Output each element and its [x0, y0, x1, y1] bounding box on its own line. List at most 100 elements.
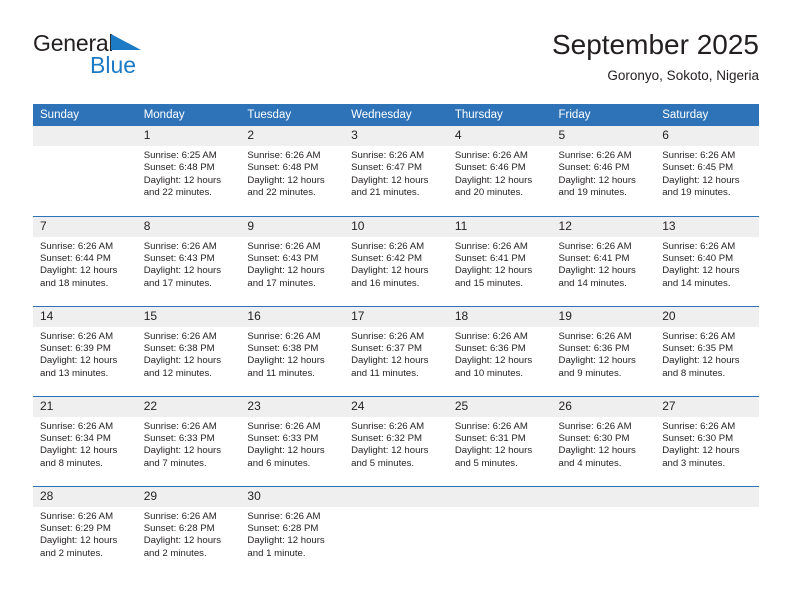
calendar-day-cell[interactable]: 16 Sunrise: 6:26 AM Sunset: 6:38 PM Dayligh… [240, 305, 345, 396]
sunrise-time: Sunrise: 6:26 AM [454, 330, 528, 342]
calendar-day-cell[interactable]: 11 Sunrise: 6:26 AM Sunset: 6:41 PM Dayligh… [447, 215, 552, 306]
calendar-day-cell[interactable]: 8 Sunrise: 6:26 AM Sunset: 6:43 PM Daylight… [136, 215, 241, 306]
day-number: 14 [33, 306, 137, 327]
calendar-day-cell[interactable]: 28 Sunrise: 6:26 AM Sunset: 6:29 PM Dayligh… [33, 485, 137, 576]
calendar-day-cell[interactable]: 27 Sunrise: 6:26 AM Sunset: 6:30 PM Dayligh… [655, 395, 759, 486]
daylight-duration-line1: Daylight: 12 hours [40, 445, 118, 457]
daylight-duration-line1: Daylight: 12 hours [558, 265, 636, 277]
daylight-duration-line1: Daylight: 12 hours [454, 174, 533, 186]
calendar-day-cell[interactable]: 10 Sunrise: 6:26 AM Sunset: 6:42 PM Dayligh… [344, 215, 448, 306]
calendar-day-cell[interactable]: 14 Sunrise: 6:26 AM Sunset: 6:39 PM Dayligh… [33, 305, 137, 396]
sunrise-time: Sunrise: 6:26 AM [143, 240, 217, 252]
daylight-duration-line2: and 15 minutes. [454, 277, 524, 289]
day-sun-info: Sunrise: 6:26 AM Sunset: 6:42 PM Daylight:… [344, 237, 448, 291]
sunset-time: Sunset: 6:28 PM [143, 522, 215, 534]
calendar-day-cell[interactable]: 5 Sunrise: 6:26 AM Sunset: 6:46 PM Daylight… [551, 126, 656, 216]
daylight-duration-line1: Daylight: 12 hours [40, 355, 118, 367]
calendar-table: Sunday Monday Tuesday Wednesday Thursday… [33, 104, 759, 576]
calendar-day-cell[interactable]: 23 Sunrise: 6:26 AM Sunset: 6:33 PM Dayligh… [240, 395, 345, 486]
calendar-day-cell[interactable]: 9 Sunrise: 6:26 AM Sunset: 6:43 PM Daylight… [240, 215, 345, 306]
calendar-day-cell[interactable]: 30 Sunrise: 6:26 AM Sunset: 6:28 PM Dayligh… [240, 485, 345, 576]
day-sun-info: Sunrise: 6:26 AM Sunset: 6:30 PM Daylight:… [655, 417, 759, 471]
sunset-time: Sunset: 6:29 PM [40, 522, 111, 534]
calendar-day-cell[interactable]: 29 Sunrise: 6:26 AM Sunset: 6:28 PM Dayligh… [136, 485, 241, 576]
calendar-day-cell[interactable]: 4 Sunrise: 6:26 AM Sunset: 6:46 PM Daylight… [447, 126, 552, 216]
sunrise-time: Sunrise: 6:26 AM [454, 420, 528, 432]
day-number: 6 [655, 126, 759, 146]
calendar-week-row: 7 Sunrise: 6:26 AM Sunset: 6:44 PM Daylight… [33, 215, 759, 306]
sunset-time: Sunset: 6:47 PM [351, 162, 423, 174]
calendar-header-row: Sunday Monday Tuesday Wednesday Thursday… [33, 104, 759, 126]
sunrise-time: Sunrise: 6:26 AM [558, 240, 632, 252]
sunset-time: Sunset: 6:40 PM [662, 252, 734, 264]
calendar-day-cell[interactable]: 25 Sunrise: 6:26 AM Sunset: 6:31 PM Dayligh… [447, 395, 552, 486]
day-sun-info: Sunrise: 6:26 AM Sunset: 6:31 PM Daylight:… [448, 417, 552, 471]
calendar-day-cell[interactable]: 7 Sunrise: 6:26 AM Sunset: 6:44 PM Daylight… [33, 215, 137, 306]
day-number [33, 126, 137, 146]
sunrise-time: Sunrise: 6:26 AM [351, 420, 425, 432]
daylight-duration-line1: Daylight: 12 hours [662, 445, 740, 457]
sunrise-time: Sunrise: 6:26 AM [40, 510, 114, 522]
sunset-time: Sunset: 6:44 PM [40, 252, 111, 264]
daylight-duration-line1: Daylight: 12 hours [558, 174, 636, 186]
weekday-header-friday: Friday [551, 104, 656, 126]
daylight-duration-line1: Daylight: 12 hours [351, 355, 429, 367]
day-sun-info: Sunrise: 6:26 AM Sunset: 6:43 PM Daylight:… [240, 237, 344, 291]
weekday-header-sunday: Sunday [33, 104, 137, 126]
sunset-time: Sunset: 6:38 PM [247, 342, 319, 354]
calendar-day-cell[interactable]: 20 Sunrise: 6:26 AM Sunset: 6:35 PM Dayligh… [655, 305, 759, 396]
day-number: 8 [136, 216, 241, 237]
calendar-day-cell[interactable]: 15 Sunrise: 6:26 AM Sunset: 6:38 PM Dayligh… [136, 305, 241, 396]
general-blue-logo[interactable]: General Blue [33, 32, 233, 88]
day-number: 22 [136, 396, 241, 417]
calendar-day-cell[interactable]: 19 Sunrise: 6:26 AM Sunset: 6:36 PM Dayligh… [551, 305, 656, 396]
page-header: General Blue September 2025 Goronyo, Sok… [33, 28, 759, 94]
calendar-day-cell[interactable]: 1 Sunrise: 6:25 AM Sunset: 6:48 PM Daylight… [136, 126, 241, 216]
calendar-week-row: 14 Sunrise: 6:26 AM Sunset: 6:39 PM Dayligh… [33, 305, 759, 396]
calendar-day-cell[interactable]: 13 Sunrise: 6:26 AM Sunset: 6:40 PM Dayligh… [655, 215, 759, 306]
day-number: 11 [447, 216, 552, 237]
daylight-duration-line1: Daylight: 12 hours [558, 445, 636, 457]
day-number: 20 [655, 306, 759, 327]
sunrise-time: Sunrise: 6:26 AM [351, 150, 425, 161]
calendar-day-cell[interactable]: 3 Sunrise: 6:26 AM Sunset: 6:47 PM Daylight… [344, 126, 448, 216]
daylight-duration-line1: Daylight: 12 hours [662, 355, 740, 367]
sunrise-time: Sunrise: 6:26 AM [662, 150, 736, 161]
daylight-duration-line1: Daylight: 12 hours [454, 265, 533, 277]
sunrise-time: Sunrise: 6:26 AM [454, 150, 528, 161]
weekday-header-wednesday: Wednesday [344, 104, 448, 126]
daylight-duration-line1: Daylight: 12 hours [662, 265, 740, 277]
calendar-day-cell[interactable]: 6 Sunrise: 6:26 AM Sunset: 6:45 PM Daylight… [655, 126, 759, 216]
sunset-time: Sunset: 6:36 PM [558, 342, 630, 354]
day-number: 28 [33, 486, 137, 507]
day-number: 5 [551, 126, 656, 146]
sunrise-time: Sunrise: 6:26 AM [247, 510, 321, 522]
calendar-day-cell[interactable]: 12 Sunrise: 6:26 AM Sunset: 6:41 PM Dayligh… [551, 215, 656, 306]
sunrise-time: Sunrise: 6:26 AM [247, 240, 321, 252]
calendar-day-cell[interactable]: 24 Sunrise: 6:26 AM Sunset: 6:32 PM Dayligh… [344, 395, 448, 486]
day-sun-info: Sunrise: 6:26 AM Sunset: 6:38 PM Daylight:… [240, 327, 344, 381]
day-sun-info: Sunrise: 6:25 AM Sunset: 6:48 PM Daylight:… [137, 146, 241, 200]
calendar-day-cell[interactable]: 26 Sunrise: 6:26 AM Sunset: 6:30 PM Dayligh… [551, 395, 656, 486]
daylight-duration-line2: and 17 minutes. [247, 277, 316, 289]
day-sun-info: Sunrise: 6:26 AM Sunset: 6:35 PM Daylight:… [655, 327, 759, 381]
day-sun-info: Sunrise: 6:26 AM Sunset: 6:29 PM Daylight:… [33, 507, 137, 561]
calendar-day-cell[interactable]: 2 Sunrise: 6:26 AM Sunset: 6:48 PM Daylight… [240, 126, 345, 216]
daylight-duration-line1: Daylight: 12 hours [247, 355, 325, 367]
calendar-day-cell[interactable]: 22 Sunrise: 6:26 AM Sunset: 6:33 PM Dayligh… [136, 395, 241, 486]
day-sun-info: Sunrise: 6:26 AM Sunset: 6:41 PM Daylight:… [552, 237, 656, 291]
sunset-time: Sunset: 6:33 PM [247, 432, 319, 444]
daylight-duration-line1: Daylight: 12 hours [351, 265, 429, 277]
daylight-duration-line1: Daylight: 12 hours [247, 265, 325, 277]
sunrise-time: Sunrise: 6:26 AM [40, 330, 114, 342]
day-sun-info: Sunrise: 6:26 AM Sunset: 6:36 PM Daylight:… [448, 327, 552, 381]
day-sun-info: Sunrise: 6:26 AM Sunset: 6:32 PM Daylight:… [344, 417, 448, 471]
calendar-day-cell[interactable]: 21 Sunrise: 6:26 AM Sunset: 6:34 PM Dayligh… [33, 395, 137, 486]
daylight-duration-line2: and 11 minutes. [351, 367, 419, 379]
day-sun-info: Sunrise: 6:26 AM Sunset: 6:34 PM Daylight:… [33, 417, 137, 471]
day-number: 19 [551, 306, 656, 327]
calendar-day-cell[interactable]: 17 Sunrise: 6:26 AM Sunset: 6:37 PM Dayligh… [344, 305, 448, 396]
sunrise-time: Sunrise: 6:26 AM [247, 420, 321, 432]
calendar-week-row: 1 Sunrise: 6:25 AM Sunset: 6:48 PM Daylight… [33, 126, 759, 216]
calendar-day-cell[interactable]: 18 Sunrise: 6:26 AM Sunset: 6:36 PM Dayligh… [447, 305, 552, 396]
